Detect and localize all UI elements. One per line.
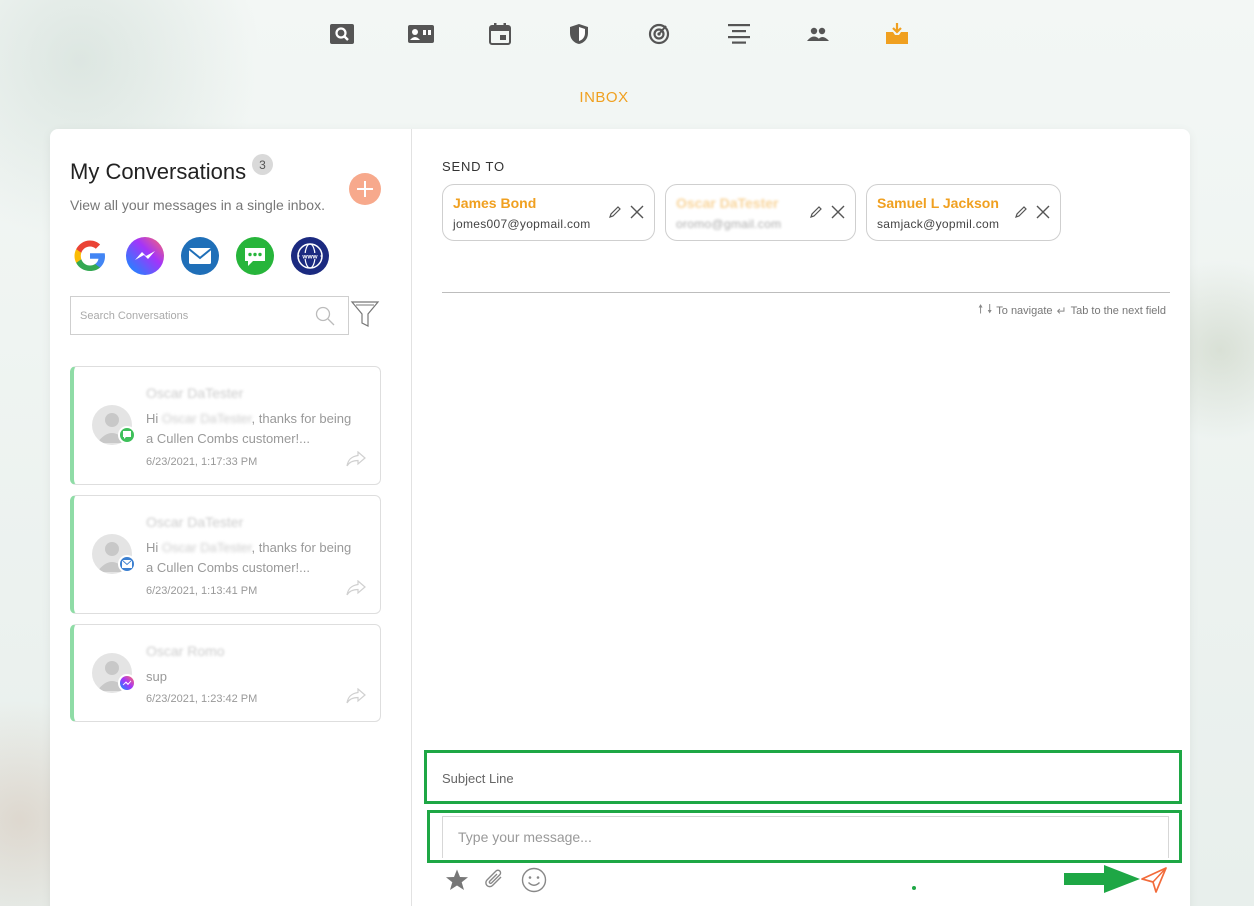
preview-contact-name: Oscar DaTester bbox=[161, 540, 252, 555]
edit-icon[interactable] bbox=[809, 205, 823, 224]
radar-icon[interactable] bbox=[645, 20, 673, 48]
align-center-icon[interactable] bbox=[725, 20, 753, 48]
conversation-name: Oscar DaTester bbox=[146, 385, 244, 401]
conversations-panel: My Conversations 3 View all your message… bbox=[50, 129, 412, 906]
recipient-name: James Bond bbox=[453, 195, 537, 211]
messenger-badge-icon bbox=[118, 674, 136, 692]
recipients-divider bbox=[442, 292, 1170, 293]
recipient-actions bbox=[608, 205, 644, 224]
conversation-time: 6/23/2021, 1:13:41 PM bbox=[146, 585, 258, 597]
edit-icon[interactable] bbox=[608, 205, 622, 224]
contact-card-icon[interactable] bbox=[407, 20, 435, 48]
search-icon[interactable] bbox=[328, 20, 356, 48]
close-icon[interactable] bbox=[630, 205, 644, 224]
indicator-dot bbox=[912, 886, 916, 890]
conversations-count-badge: 3 bbox=[252, 154, 273, 175]
conversation-time: 6/23/2021, 1:17:33 PM bbox=[146, 456, 258, 468]
conversation-item[interactable]: Oscar Romo sup 6/23/2021, 1:23:42 PM bbox=[70, 624, 381, 722]
svg-text:www: www bbox=[301, 253, 318, 260]
edit-icon[interactable] bbox=[1014, 205, 1028, 224]
sms-badge-icon bbox=[118, 426, 136, 444]
conversation-name: Oscar Romo bbox=[146, 643, 225, 659]
new-conversation-button[interactable] bbox=[349, 173, 381, 205]
preview-contact-name: Oscar DaTester bbox=[161, 411, 252, 426]
recipient-actions bbox=[1014, 205, 1050, 224]
message-field bbox=[442, 816, 1169, 858]
compose-toolbar bbox=[445, 867, 547, 898]
arrow-up-icon: 🠕 bbox=[977, 302, 984, 316]
sms-icon[interactable] bbox=[235, 236, 275, 276]
conversation-name: Oscar DaTester bbox=[146, 514, 244, 530]
page-title: INBOX bbox=[579, 89, 629, 106]
preview-greeting: Hi bbox=[146, 411, 159, 426]
conversations-title: My Conversations bbox=[70, 159, 247, 184]
keyboard-hint: 🠕 🠗 To navigate ↵ Tab to the next field bbox=[978, 300, 1166, 321]
attachment-icon[interactable] bbox=[483, 867, 507, 898]
message-box bbox=[427, 810, 1182, 863]
preview-greeting: Hi bbox=[146, 540, 159, 555]
conversations-subtitle: View all your messages in a single inbox… bbox=[70, 197, 325, 213]
star-icon[interactable] bbox=[445, 868, 469, 897]
plus-icon bbox=[357, 181, 373, 197]
conversation-item[interactable]: Oscar DaTester Hi Oscar DaTester, thanks… bbox=[70, 495, 381, 614]
preview-text: sup bbox=[146, 669, 167, 684]
send-to-label: SEND TO bbox=[442, 159, 505, 174]
close-icon[interactable] bbox=[1036, 205, 1050, 224]
conversation-preview: Hi Oscar DaTester, thanks for being a Cu… bbox=[146, 538, 356, 578]
recipient-chip[interactable]: Samuel L Jackson samjack@yopmil.com bbox=[866, 184, 1061, 241]
send-icon[interactable] bbox=[1141, 867, 1167, 893]
email-badge-icon bbox=[118, 555, 136, 573]
recipient-email: samjack@yopmil.com bbox=[877, 217, 1000, 231]
forward-icon[interactable] bbox=[346, 450, 366, 472]
conversation-item[interactable]: Oscar DaTester Hi Oscar DaTester, thanks… bbox=[70, 366, 381, 485]
filter-icon[interactable] bbox=[350, 299, 380, 334]
recipient-name: Samuel L Jackson bbox=[877, 195, 999, 211]
calendar-icon[interactable] bbox=[486, 20, 514, 48]
message-input[interactable] bbox=[458, 821, 1148, 853]
recipient-chip[interactable]: James Bond jomes007@yopmail.com bbox=[442, 184, 655, 241]
hint-navigate: To navigate bbox=[996, 304, 1053, 317]
conversation-preview: Hi Oscar DaTester, thanks for being a Cu… bbox=[146, 409, 356, 449]
people-icon[interactable] bbox=[804, 20, 832, 48]
inbox-icon[interactable] bbox=[883, 20, 911, 48]
recipient-chip[interactable]: Oscar DaTester oromo@gmail.com bbox=[665, 184, 856, 241]
web-icon[interactable]: www bbox=[290, 236, 330, 276]
return-icon: ↵ bbox=[1056, 303, 1067, 318]
recipient-actions bbox=[809, 205, 845, 224]
google-icon[interactable] bbox=[70, 236, 110, 276]
search-icon[interactable] bbox=[315, 306, 335, 331]
top-nav bbox=[0, 20, 1254, 52]
email-icon[interactable] bbox=[180, 236, 220, 276]
conversation-time: 6/23/2021, 1:23:42 PM bbox=[146, 693, 258, 705]
recipient-email: oromo@gmail.com bbox=[676, 217, 782, 231]
recipient-name: Oscar DaTester bbox=[676, 195, 779, 211]
send-area bbox=[1062, 862, 1172, 901]
messenger-icon[interactable] bbox=[125, 236, 165, 276]
close-icon[interactable] bbox=[831, 205, 845, 224]
arrow-down-icon: 🠗 bbox=[987, 302, 993, 316]
forward-icon[interactable] bbox=[346, 579, 366, 601]
hint-tab: Tab to the next field bbox=[1070, 304, 1166, 317]
forward-icon[interactable] bbox=[346, 687, 366, 709]
recipient-email: jomes007@yopmail.com bbox=[453, 217, 591, 231]
emoji-icon[interactable] bbox=[521, 867, 547, 898]
green-arrow-annotation bbox=[1064, 865, 1140, 893]
conversation-preview: sup bbox=[146, 667, 356, 687]
compose-panel: SEND TO James Bond jomes007@yopmail.com … bbox=[412, 129, 1190, 906]
subject-line-box bbox=[424, 750, 1182, 804]
subject-line-input[interactable] bbox=[442, 761, 1142, 795]
search-conversations-input[interactable] bbox=[80, 297, 310, 334]
search-conversations-box bbox=[70, 296, 349, 335]
main-card: My Conversations 3 View all your message… bbox=[50, 129, 1190, 906]
shield-icon[interactable] bbox=[565, 20, 593, 48]
